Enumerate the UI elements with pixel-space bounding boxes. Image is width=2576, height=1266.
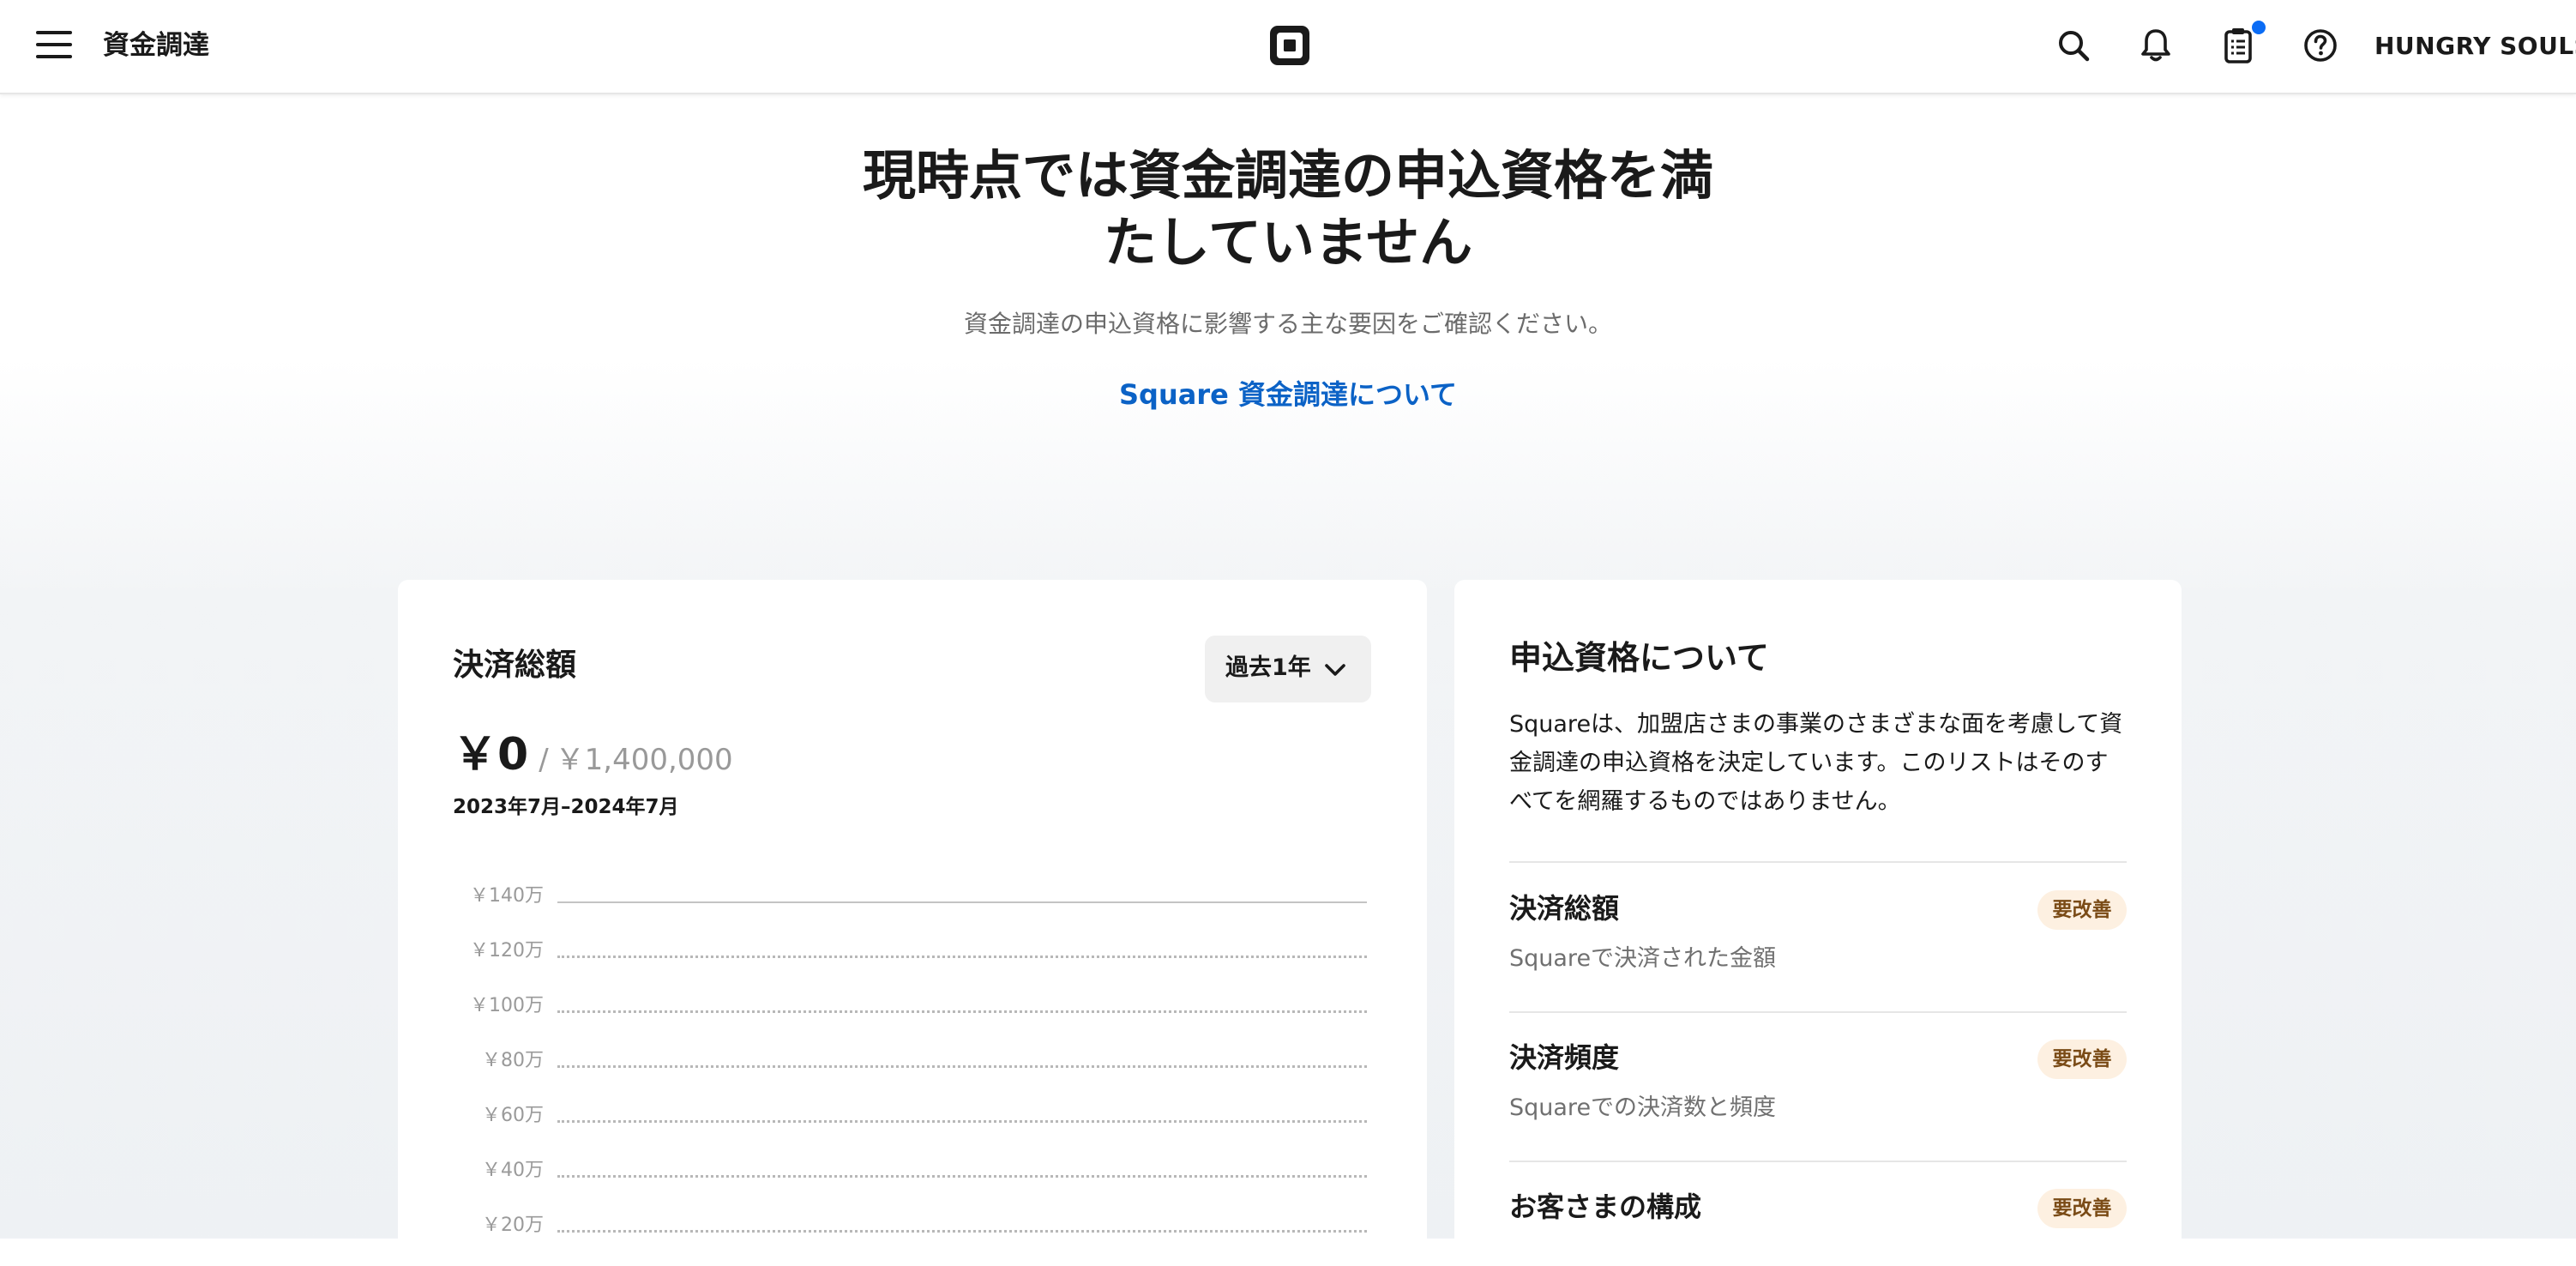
y-axis-label: ￥40万 [482, 1160, 544, 1181]
card-title: 申込資格について [1509, 639, 1769, 677]
heading-subtitle: 資金調達の申込資格に影響する主な要因をご確認ください。 [963, 310, 1612, 338]
menu-icon[interactable] [36, 29, 74, 60]
y-axis-label: ￥20万 [482, 1215, 544, 1236]
status-badge: 要改善 [2037, 890, 2127, 930]
eligibility-description: Squareは、加盟店さまの事業のさまざまな面を考慮して資金調達の申込資格を決定… [1509, 711, 2123, 815]
about-financing-link[interactable]: Square 資金調達について [1031, 374, 1545, 415]
page-heading: 現時点では資金調達の申込資格を満 たしていません [816, 142, 1760, 276]
amount-separator: / [539, 743, 549, 777]
gridline [557, 1010, 1367, 1013]
gridline [557, 1230, 1367, 1233]
top-bar: 資金調達 HUNGRY SOULS [0, 0, 2576, 94]
date-range: 2023年7月–2024年7月 [453, 796, 679, 818]
heading-line-2: たしていません [1103, 211, 1473, 274]
gridline [557, 1175, 1367, 1178]
square-logo[interactable] [1268, 24, 1311, 67]
factor-title: 決済総額 [1509, 892, 1620, 925]
divider [1509, 861, 2127, 863]
gridline [557, 901, 1367, 903]
card-title: 決済総額 [453, 648, 577, 683]
factor-title: 決済頻度 [1509, 1041, 1620, 1074]
factor-title: お客さまの構成 [1509, 1191, 1702, 1223]
chevron-down-icon [1325, 664, 1345, 676]
y-axis-label: ￥60万 [482, 1105, 544, 1126]
payments-amount: ￥0 /￥1,400,000 [453, 727, 733, 793]
gridline [557, 1065, 1367, 1068]
current-amount: ￥0 [453, 729, 529, 781]
gridline [557, 1120, 1367, 1123]
page-title: 資金調達 [103, 30, 209, 61]
y-axis-label: ￥100万 [470, 995, 544, 1016]
y-axis-label: ￥120万 [470, 940, 544, 962]
account-name[interactable]: HUNGRY SOULS [2374, 27, 2576, 65]
divider [1509, 1160, 2127, 1162]
period-dropdown[interactable]: 過去1年 [1205, 636, 1371, 702]
search-icon[interactable] [2052, 24, 2095, 67]
factor-description: Squareで決済された金額 [1509, 945, 1777, 972]
divider [1509, 1011, 2127, 1013]
gridline [557, 956, 1367, 958]
status-badge: 要改善 [2037, 1189, 2127, 1228]
status-badge: 要改善 [2037, 1040, 2127, 1079]
target-amount: ￥1,400,000 [555, 743, 733, 777]
period-label: 過去1年 [1225, 654, 1311, 681]
eligibility-card: 申込資格について Squareは、加盟店さまの事業のさまざまな面を考慮して資金調… [1454, 580, 2182, 1266]
bell-icon[interactable] [2134, 24, 2177, 67]
payments-total-card: 決済総額 過去1年 ￥0/￥1,400,000 2023年7月–2024年7月 … [398, 580, 1427, 1266]
help-icon[interactable] [2299, 24, 2342, 67]
y-axis-label: ￥140万 [470, 885, 544, 907]
notification-dot [2252, 21, 2266, 34]
heading-line-1: 現時点では資金調達の申込資格を満 [862, 144, 1713, 207]
y-axis-label: ￥80万 [482, 1050, 544, 1071]
factor-description: Squareでの決済数と頻度 [1509, 1094, 1777, 1121]
